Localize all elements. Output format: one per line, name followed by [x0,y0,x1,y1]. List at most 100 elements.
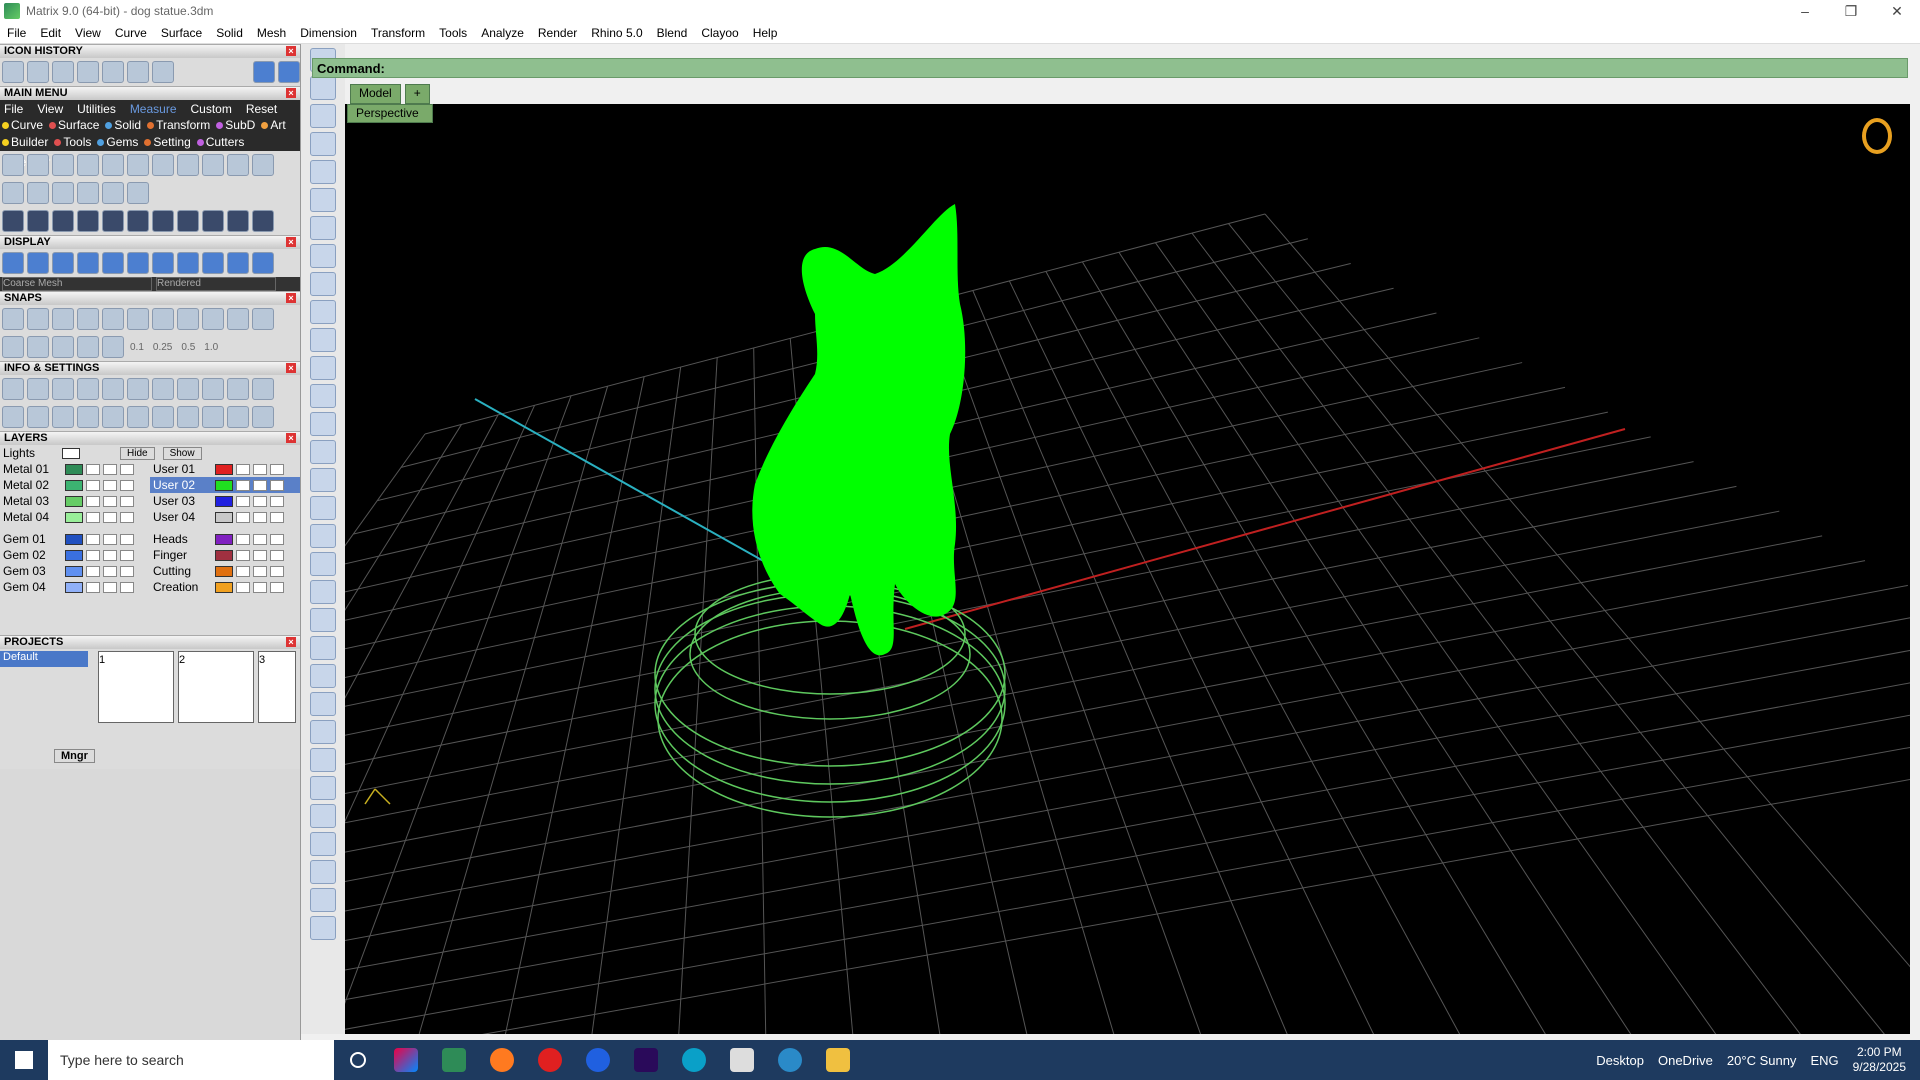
layer-toggle-icon[interactable] [270,463,284,475]
opera-icon[interactable] [526,1040,574,1080]
layer-toggle-icon[interactable] [103,463,117,475]
snap-8-icon[interactable] [177,308,199,330]
layer-toggle-icon[interactable] [236,565,250,577]
display-mode-7-icon[interactable] [152,252,174,274]
layer-toggle-icon[interactable] [120,495,134,507]
viewport-tool-17-icon[interactable] [310,496,336,520]
layer-toggle-icon[interactable] [253,511,267,523]
photos-icon[interactable] [718,1040,766,1080]
main-menu-tab-file[interactable]: File [4,102,23,116]
edge-icon[interactable] [670,1040,718,1080]
menu-tools[interactable]: Tools [432,26,474,40]
main-menu-tab-measure[interactable]: Measure [130,102,177,116]
viewport-tool-18-icon[interactable] [310,524,336,548]
layer-row[interactable]: Gem 04 [0,579,150,595]
setting-11-icon[interactable] [252,406,274,428]
show-button[interactable]: Show [162,446,202,460]
curve-tool-4-icon[interactable] [77,154,99,176]
history-icon-3[interactable] [52,61,74,83]
layer-toggle-icon[interactable] [120,533,134,545]
viewport-tool-19-icon[interactable] [310,552,336,576]
display-mode-1-icon[interactable] [2,252,24,274]
desktop-label[interactable]: Desktop [1596,1053,1644,1068]
menu-solid[interactable]: Solid [209,26,250,40]
info-2-icon[interactable] [27,378,49,400]
viewport-tool-28-icon[interactable] [310,804,336,828]
layer-toggle-icon[interactable] [253,533,267,545]
layer-color-swatch[interactable] [65,581,83,593]
layer-row[interactable]: User 02 [150,477,300,493]
transform-tool-3-icon[interactable] [52,210,74,232]
setting-8-icon[interactable] [177,406,199,428]
menu-rhino-5-0[interactable]: Rhino 5.0 [584,26,649,40]
firefox-dev-icon[interactable] [574,1040,622,1080]
setting-10-icon[interactable] [227,406,249,428]
layer-toggle-icon[interactable] [103,581,117,593]
layer-row[interactable]: Metal 03 [0,493,150,509]
layer-toggle-icon[interactable] [120,565,134,577]
layer-toggle-icon[interactable] [253,495,267,507]
layer-row[interactable]: Gem 02 [0,547,150,563]
layer-toggle-icon[interactable] [270,533,284,545]
project-default[interactable]: Default [0,651,88,667]
layer-toggle-icon[interactable] [253,581,267,593]
transform-tool-6-icon[interactable] [127,210,149,232]
maximize-icon[interactable]: ❐ [1828,0,1874,22]
vpn-icon[interactable] [766,1040,814,1080]
display-mode-11-icon[interactable] [252,252,274,274]
info-9-icon[interactable] [202,378,224,400]
layer-color-swatch[interactable] [65,479,83,491]
setting-9-icon[interactable] [202,406,224,428]
layer-row[interactable]: Cutting [150,563,300,579]
layer-row[interactable]: Finger [150,547,300,563]
snap-6-icon[interactable] [127,308,149,330]
layer-toggle-icon[interactable] [236,495,250,507]
layer-toggle-icon[interactable] [120,479,134,491]
viewport-tool-31-icon[interactable] [310,888,336,912]
viewport-tool-13-icon[interactable] [310,384,336,408]
layer-toggle-icon[interactable] [253,549,267,561]
minimize-icon[interactable]: – [1782,0,1828,22]
menu-surface[interactable]: Surface [154,26,209,40]
viewport-tool-10-icon[interactable] [310,300,336,324]
history-icon-6[interactable] [127,61,149,83]
snap-value-1[interactable]: 0.1 [127,342,147,353]
category-subd[interactable]: SubD [216,118,255,133]
premiere-icon[interactable] [622,1040,670,1080]
transform-tool-2-icon[interactable] [27,210,49,232]
snap-3-icon[interactable] [52,308,74,330]
close-icon[interactable]: × [286,637,296,647]
main-menu-tab-custom[interactable]: Custom [191,102,232,116]
close-icon[interactable]: × [286,46,296,56]
snap-option-3-icon[interactable] [52,336,74,358]
layer-toggle-icon[interactable] [253,479,267,491]
viewport-tool-8-icon[interactable] [310,244,336,268]
text-tool-3-icon[interactable] [52,182,74,204]
layer-color-swatch[interactable] [65,511,83,523]
viewport-tool-30-icon[interactable] [310,860,336,884]
taskbar-search[interactable]: Type here to search [48,1040,334,1080]
layer-toggle-icon[interactable] [270,565,284,577]
arrow-right-icon[interactable] [278,61,300,83]
info-5-icon[interactable] [102,378,124,400]
layer-toggle-icon[interactable] [86,495,100,507]
layer-toggle-icon[interactable] [270,549,284,561]
display-mode-5-icon[interactable] [102,252,124,274]
layer-toggle-icon[interactable] [270,581,284,593]
menu-edit[interactable]: Edit [33,26,68,40]
layer-row[interactable]: User 04 [150,509,300,525]
layer-row[interactable]: Metal 04 [0,509,150,525]
close-icon[interactable]: × [286,88,296,98]
layer-toggle-icon[interactable] [86,581,100,593]
main-menu-tab-reset[interactable]: Reset [246,102,277,116]
viewport-tool-32-icon[interactable] [310,916,336,940]
layer-color-swatch[interactable] [215,511,233,523]
menu-clayoo[interactable]: Clayoo [694,26,745,40]
layer-color-swatch[interactable] [215,495,233,507]
snap-5-icon[interactable] [102,308,124,330]
matrix-app-icon[interactable] [430,1040,478,1080]
file-explorer-icon[interactable] [814,1040,862,1080]
layer-row[interactable]: User 01 [150,461,300,477]
curve-tool-8-icon[interactable] [177,154,199,176]
setting-3-icon[interactable] [52,406,74,428]
